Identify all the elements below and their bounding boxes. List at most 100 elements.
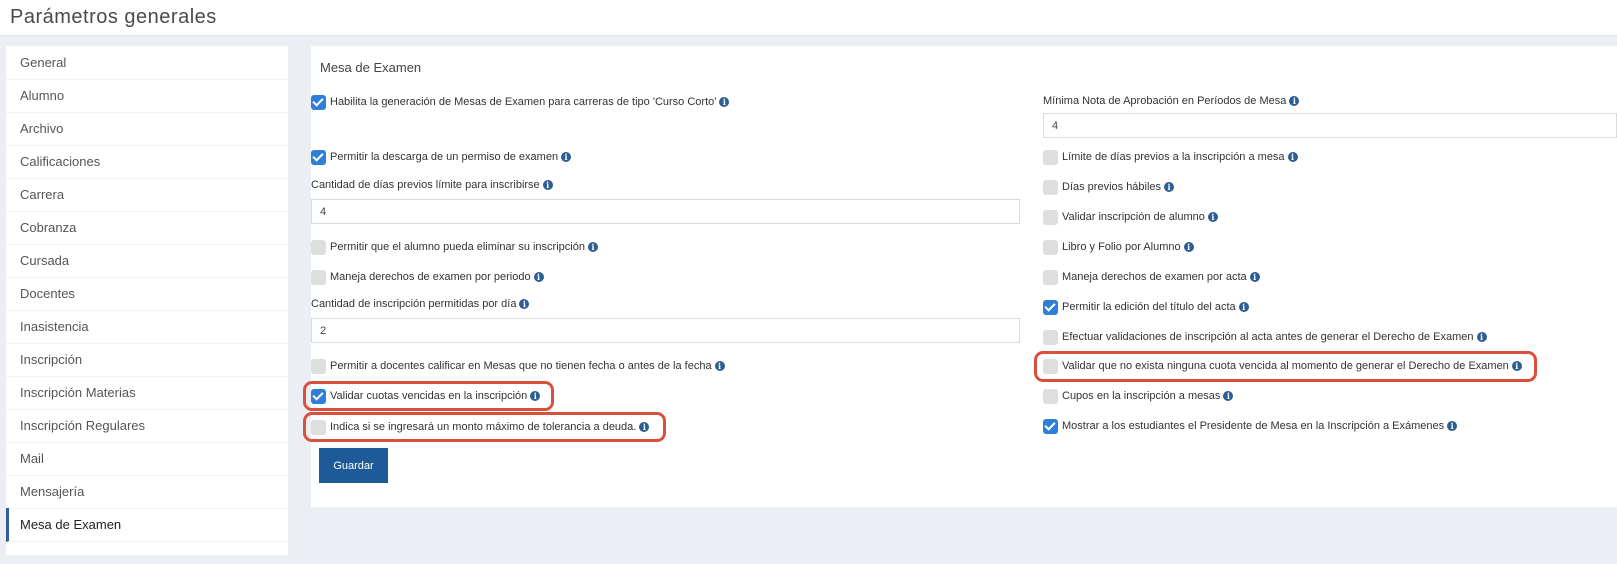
monto-tolerancia-label: Indica si se ingresará un monto máximo d…	[330, 421, 637, 433]
info-icon[interactable]: i	[1476, 332, 1487, 342]
derechos-por-acta-label: Maneja derechos de examen por acta	[1062, 271, 1247, 283]
info-icon[interactable]: i	[1183, 242, 1194, 252]
cuota-vencida-label: Validar que no exista ninguna cuota venc…	[1062, 360, 1509, 372]
minima-nota-input[interactable]	[1043, 113, 1617, 138]
sidebar-item-mail[interactable]: Mail	[6, 442, 288, 476]
info-icon[interactable]: i	[533, 272, 544, 282]
validar-inscripcion-option: Validar inscripción de alumno i	[1043, 208, 1218, 226]
info-icon[interactable]: i	[714, 361, 725, 371]
presidente-mesa-option: Mostrar a los estudiantes el Presidente …	[1043, 417, 1458, 435]
sidebar-item-inscripcion-materias[interactable]: Inscripción Materias	[6, 376, 288, 410]
docentes-calificar-checkbox[interactable]	[311, 358, 326, 374]
libro-folio-option: Libro y Folio por Alumno i	[1043, 238, 1194, 256]
presidente-mesa-label: Mostrar a los estudiantes el Presidente …	[1062, 420, 1445, 432]
derechos-por-periodo-label: Maneja derechos de examen por periodo	[330, 271, 531, 283]
permitir-eliminar-checkbox[interactable]	[311, 239, 326, 255]
monto-tolerancia-checkbox[interactable]	[311, 419, 326, 435]
validar-cuotas-option: Validar cuotas vencidas en la inscripció…	[311, 387, 541, 405]
inscripciones-por-dia-label: Cantidad de inscripción permitidas por d…	[311, 298, 517, 310]
derechos-por-acta-checkbox[interactable]	[1043, 269, 1058, 285]
info-icon[interactable]: i	[530, 391, 541, 401]
libro-folio-label: Libro y Folio por Alumno	[1062, 241, 1181, 253]
sidebar: General Alumno Archivo Calificaciones Ca…	[6, 46, 288, 555]
derechos-por-acta-option: Maneja derechos de examen por acta i	[1043, 268, 1260, 286]
cuota-vencida-checkbox[interactable]	[1043, 358, 1058, 374]
info-icon[interactable]: i	[1289, 96, 1300, 106]
cupos-checkbox[interactable]	[1043, 388, 1058, 404]
cupos-option: Cupos en la inscripción a mesas i	[1043, 387, 1234, 405]
docentes-calificar-option: Permitir a docentes calificar en Mesas q…	[311, 357, 725, 375]
limite-dias-previos-label: Límite de días previos a la inscripción …	[1062, 151, 1285, 163]
info-icon[interactable]: i	[587, 242, 598, 252]
info-icon[interactable]: i	[1447, 421, 1458, 431]
sidebar-item-docentes[interactable]: Docentes	[6, 277, 288, 311]
cupos-label: Cupos en la inscripción a mesas	[1062, 390, 1221, 402]
sidebar-item-inasistencia[interactable]: Inasistencia	[6, 310, 288, 344]
sidebar-item-mesa-de-examen[interactable]: Mesa de Examen	[6, 508, 288, 542]
cuota-vencida-option: Validar que no exista ninguna cuota venc…	[1043, 357, 1522, 375]
derechos-por-periodo-option: Maneja derechos de examen por periodo i	[311, 268, 544, 286]
save-button[interactable]: Guardar	[319, 448, 388, 483]
edicion-titulo-option: Permitir la edición del título del acta …	[1043, 298, 1249, 316]
dias-habiles-option: Días previos hábiles i	[1043, 178, 1175, 196]
settings-panel: Mesa de Examen Habilita la generación de…	[311, 46, 1617, 507]
limite-dias-previos-checkbox[interactable]	[1043, 149, 1058, 165]
dias-previos-limite-input[interactable]	[311, 199, 1020, 224]
edicion-titulo-label: Permitir la edición del título del acta	[1062, 301, 1236, 313]
info-icon[interactable]: i	[1511, 361, 1522, 371]
info-icon[interactable]: i	[719, 97, 730, 107]
info-icon[interactable]: i	[1223, 391, 1234, 401]
info-icon[interactable]: i	[519, 299, 530, 309]
permitir-descarga-label: Permitir la descarga de un permiso de ex…	[330, 151, 559, 163]
monto-tolerancia-option: Indica si se ingresará un monto máximo d…	[311, 418, 650, 436]
validar-cuotas-label: Validar cuotas vencidas en la inscripció…	[330, 390, 528, 402]
sidebar-item-calificaciones[interactable]: Calificaciones	[6, 145, 288, 179]
permitir-descarga-checkbox[interactable]	[311, 149, 326, 165]
info-icon[interactable]: i	[1287, 152, 1298, 162]
docentes-calificar-label: Permitir a docentes calificar en Mesas q…	[330, 360, 712, 372]
sidebar-item-cursada[interactable]: Cursada	[6, 244, 288, 278]
sidebar-item-cobranza[interactable]: Cobranza	[6, 211, 288, 245]
validaciones-acta-option: Efectuar validaciones de inscripción al …	[1043, 328, 1487, 346]
derechos-por-periodo-checkbox[interactable]	[311, 269, 326, 285]
dias-habiles-label: Días previos hábiles	[1062, 181, 1162, 193]
info-icon[interactable]: i	[1249, 272, 1260, 282]
info-icon[interactable]: i	[561, 152, 572, 162]
info-icon[interactable]: i	[1207, 212, 1218, 222]
sidebar-item-inscripcion[interactable]: Inscripción	[6, 343, 288, 377]
sidebar-item-carrera[interactable]: Carrera	[6, 178, 288, 212]
validaciones-acta-checkbox[interactable]	[1043, 329, 1058, 345]
libro-folio-checkbox[interactable]	[1043, 239, 1058, 255]
habilita-curso-corto-checkbox[interactable]	[311, 94, 326, 110]
validar-inscripcion-label: Validar inscripción de alumno	[1062, 211, 1205, 223]
sidebar-item-inscripcion-regulares[interactable]: Inscripción Regulares	[6, 409, 288, 443]
info-icon[interactable]: i	[542, 180, 553, 190]
sidebar-item-archivo[interactable]: Archivo	[6, 112, 288, 146]
sidebar-item-general[interactable]: General	[6, 46, 288, 80]
panel-title: Mesa de Examen	[320, 60, 422, 75]
sidebar-item-mensajeria[interactable]: Mensajería	[6, 475, 288, 509]
validaciones-acta-label: Efectuar validaciones de inscripción al …	[1062, 331, 1474, 343]
dias-previos-limite-field-label: Cantidad de días previos límite para ins…	[311, 179, 553, 191]
dias-previos-limite-label: Cantidad de días previos límite para ins…	[311, 179, 540, 191]
info-icon[interactable]: i	[1164, 182, 1175, 192]
validar-cuotas-checkbox[interactable]	[311, 388, 326, 404]
info-icon[interactable]: i	[1238, 302, 1249, 312]
permitir-eliminar-option: Permitir que el alumno pueda eliminar su…	[311, 238, 598, 256]
top-bar: Parámetros generales	[0, 0, 1617, 36]
permitir-descarga-option: Permitir la descarga de un permiso de ex…	[311, 148, 572, 166]
edicion-titulo-checkbox[interactable]	[1043, 299, 1058, 315]
dias-habiles-checkbox[interactable]	[1043, 179, 1058, 195]
validar-inscripcion-checkbox[interactable]	[1043, 209, 1058, 225]
presidente-mesa-checkbox[interactable]	[1043, 418, 1058, 434]
permitir-eliminar-label: Permitir que el alumno pueda eliminar su…	[330, 241, 585, 253]
info-icon[interactable]: i	[639, 422, 650, 432]
inscripciones-por-dia-field-label: Cantidad de inscripción permitidas por d…	[311, 298, 530, 310]
page-title: Parámetros generales	[10, 6, 217, 28]
habilita-curso-corto-option: Habilita la generación de Mesas de Exame…	[311, 93, 730, 111]
inscripciones-por-dia-input[interactable]	[311, 318, 1020, 343]
minima-nota-field-label: Mínima Nota de Aprobación en Períodos de…	[1043, 95, 1300, 107]
limite-dias-previos-option: Límite de días previos a la inscripción …	[1043, 148, 1298, 166]
sidebar-item-alumno[interactable]: Alumno	[6, 79, 288, 113]
habilita-curso-corto-label: Habilita la generación de Mesas de Exame…	[330, 96, 717, 108]
